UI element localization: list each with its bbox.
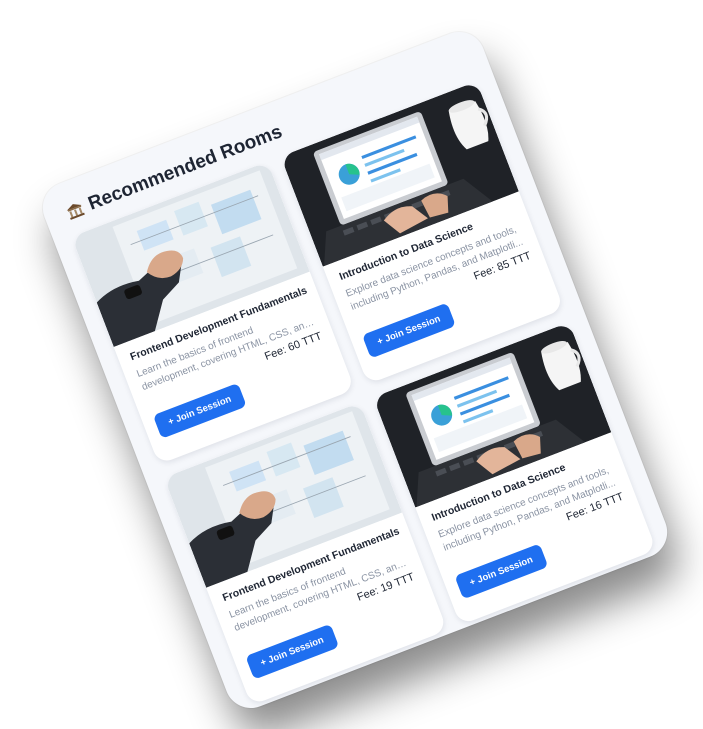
classical-building-icon — [64, 200, 87, 221]
stage: Recommended Rooms Frontend Development F… — [0, 0, 703, 729]
recommended-rooms-panel: Recommended Rooms Frontend Development F… — [35, 24, 675, 716]
